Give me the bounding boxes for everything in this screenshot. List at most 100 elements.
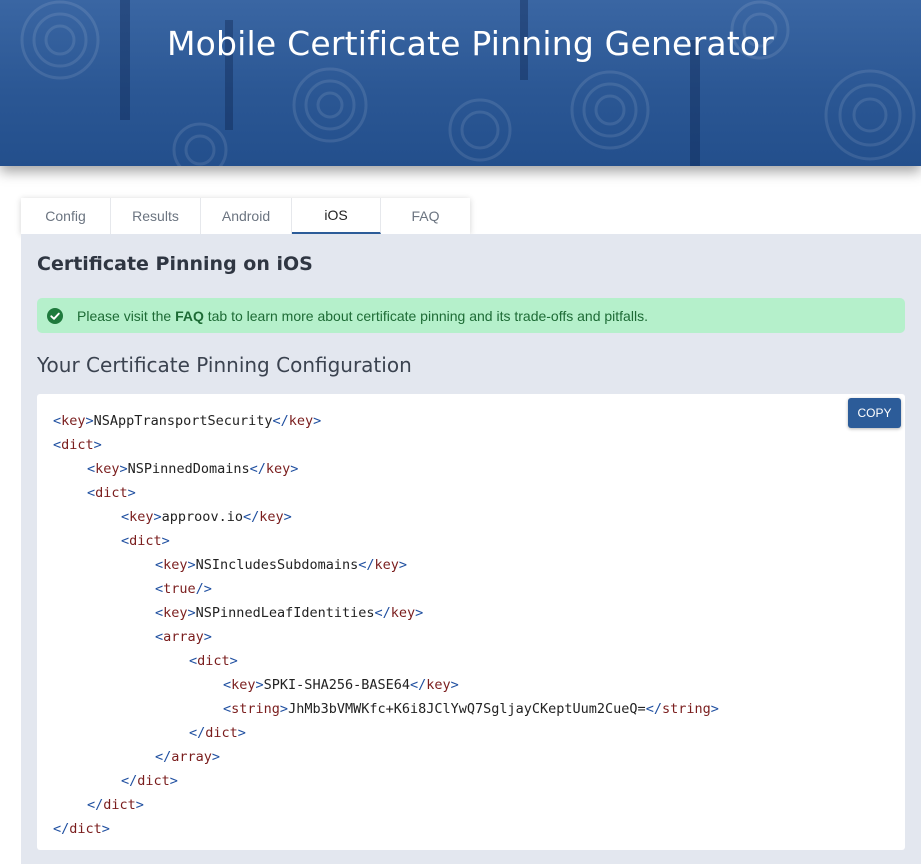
alert-suffix: tab to learn more about certificate pinn… <box>207 307 648 324</box>
xml-bracket: </ <box>409 677 427 693</box>
xml-tag: dict <box>69 821 102 837</box>
xml-bracket: < <box>155 629 164 645</box>
xml-tag: string <box>661 701 711 717</box>
xml-tag: dict <box>197 653 230 669</box>
xml-bracket: </ <box>645 701 662 717</box>
xml-bracket: > <box>415 605 424 621</box>
xml-bracket: < <box>87 461 96 477</box>
copy-button[interactable]: COPY <box>848 398 901 428</box>
xml-text: approov.io <box>161 509 243 525</box>
xml-bracket: < <box>121 509 130 525</box>
info-alert: Please visit the FAQ tab to learn more a… <box>37 298 905 333</box>
xml-bracket: < <box>155 605 164 621</box>
xml-bracket: </ <box>272 413 289 429</box>
xml-bracket: /> <box>195 581 212 597</box>
code-line: <key>NSPinnedLeafIdentities</key> <box>53 601 719 625</box>
code-line: <dict> <box>53 433 719 457</box>
xml-tag: key <box>259 509 284 525</box>
xml-bracket: > <box>279 701 289 717</box>
xml-bracket: > <box>187 605 196 621</box>
page-title: Mobile Certificate Pinning Generator <box>166 24 775 63</box>
check-circle-icon <box>47 307 63 324</box>
xml-bracket: </ <box>87 797 104 813</box>
code-line: <array> <box>53 625 719 649</box>
xml-tag: key <box>163 605 188 621</box>
xml-tag: key <box>288 413 314 429</box>
xml-bracket: > <box>153 509 162 525</box>
xml-bracket: > <box>169 773 178 789</box>
xml-bracket: < <box>53 437 62 453</box>
code-line: <dict> <box>53 529 719 553</box>
xml-bracket: > <box>127 485 136 501</box>
code-line: <key>NSIncludesSubdomains</key> <box>53 553 719 577</box>
xml-tag: key <box>265 461 291 477</box>
xml-bracket: </ <box>53 821 70 837</box>
xml-bracket: > <box>313 413 322 429</box>
xml-tag: string <box>231 701 280 717</box>
xml-bracket: </ <box>121 773 138 789</box>
tab-faq[interactable]: FAQ <box>381 198 470 234</box>
tab-android[interactable]: Android <box>201 198 292 234</box>
xml-text: NSPinnedDomains <box>127 461 250 477</box>
code-line: </dict> <box>53 769 719 793</box>
xml-bracket: > <box>85 413 94 429</box>
xml-bracket: </ <box>155 749 172 765</box>
code-line: <dict> <box>53 649 719 673</box>
ios-panel: Certificate Pinning on iOS Please visit … <box>21 234 921 864</box>
xml-bracket: > <box>255 677 264 693</box>
xml-bracket: > <box>229 653 238 669</box>
xml-text: NSPinnedLeafIdentities <box>195 605 375 621</box>
tab-config[interactable]: Config <box>21 198 111 234</box>
xml-bracket: </ <box>249 461 266 477</box>
xml-tag: key <box>163 557 188 573</box>
xml-text: JhMb3bVMWKfc+K6i8JClYwQ7SgljayCKeptUum2C… <box>288 701 646 717</box>
xml-tag: dict <box>129 533 162 549</box>
code-line: </dict> <box>53 721 719 745</box>
xml-bracket: > <box>119 461 128 477</box>
xml-tag: dict <box>61 437 94 453</box>
xml-tag: true <box>163 581 196 597</box>
xml-tag: key <box>426 677 451 693</box>
xml-bracket: > <box>710 701 719 717</box>
xml-tag: key <box>374 557 399 573</box>
code-line: </dict> <box>53 793 719 817</box>
xml-bracket: > <box>187 557 196 573</box>
tab-bar: Config Results Android iOS FAQ <box>21 198 470 234</box>
xml-bracket: > <box>283 509 292 525</box>
alert-prefix: Please visit the <box>77 307 172 324</box>
faq-link[interactable]: FAQ <box>175 308 204 324</box>
xml-tag: dict <box>95 485 128 501</box>
xml-bracket: < <box>87 485 96 501</box>
xml-tag: dict <box>103 797 136 813</box>
xml-bracket: < <box>155 581 164 597</box>
code-line: <key>NSAppTransportSecurity</key> <box>53 409 719 433</box>
code-line: <key>SPKI-SHA256-BASE64</key> <box>53 673 719 697</box>
xml-text: NSAppTransportSecurity <box>93 413 273 429</box>
xml-bracket: > <box>203 629 212 645</box>
xml-bracket: > <box>237 725 246 741</box>
xml-config-code[interactable]: <key>NSAppTransportSecurity</key> <dict> <… <box>53 409 719 841</box>
xml-tag: dict <box>205 725 238 741</box>
code-line: </dict> <box>53 817 719 841</box>
xml-bracket: > <box>450 677 459 693</box>
xml-tag: key <box>231 677 256 693</box>
xml-text: NSIncludesSubdomains <box>195 557 359 573</box>
xml-tag: key <box>61 413 86 429</box>
xml-bracket: </ <box>374 605 391 621</box>
code-line: <true/> <box>53 577 719 601</box>
xml-tag: dict <box>137 773 170 789</box>
xml-bracket: > <box>93 437 102 453</box>
tab-results[interactable]: Results <box>111 198 201 234</box>
xml-bracket: > <box>398 557 408 573</box>
xml-bracket: < <box>189 653 198 669</box>
tab-ios[interactable]: iOS <box>292 198 381 234</box>
xml-text: SPKI-SHA256-BASE64 <box>263 677 410 693</box>
xml-tag: key <box>390 605 416 621</box>
xml-bracket: </ <box>358 557 375 573</box>
xml-tag: array <box>163 629 204 645</box>
xml-bracket: > <box>290 461 299 477</box>
xml-bracket: < <box>155 557 164 573</box>
xml-bracket: < <box>223 701 232 717</box>
xml-tag: array <box>171 749 212 765</box>
xml-bracket: < <box>121 533 130 549</box>
